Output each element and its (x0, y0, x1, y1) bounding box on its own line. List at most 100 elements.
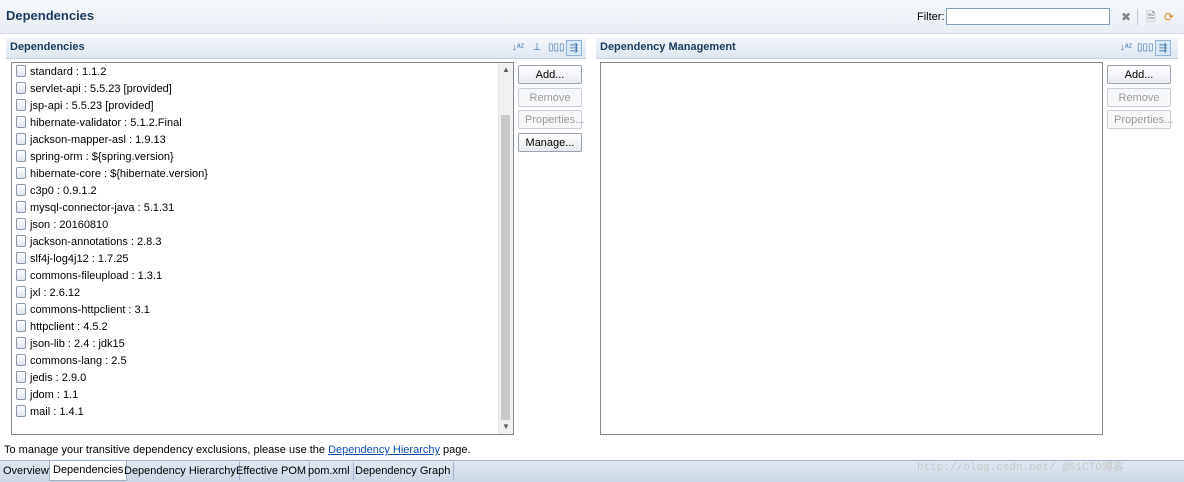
management-properties-button[interactable]: Properties... (1107, 110, 1173, 129)
sort-alphabetically-icon[interactable]: ↓ᵃᶻ (1118, 40, 1134, 56)
list-item[interactable]: json-lib : 2.4 : jdk15 (12, 336, 513, 353)
jar-icon (16, 133, 26, 145)
dependency-label: mail : 1.4.1 (30, 406, 84, 418)
list-item[interactable]: slf4j-log4j12 : 1.7.25 (12, 251, 513, 268)
dependencies-add-button[interactable]: Add... (518, 65, 582, 84)
dependencies-remove-button[interactable]: Remove (518, 88, 582, 107)
toolbar-separator (1137, 9, 1138, 25)
list-item[interactable]: mail : 1.4.1 (12, 404, 513, 421)
dependency-label: spring-orm : ${spring.version} (30, 151, 174, 163)
editor-header: Dependencies Filter: ✖ 🗎 ⟳ (0, 0, 1184, 34)
list-item[interactable]: c3p0 : 0.9.1.2 (12, 183, 513, 200)
dependency-label: jackson-annotations : 2.8.3 (30, 236, 162, 248)
dependencies-manage-button[interactable]: Manage... (518, 133, 582, 152)
list-item[interactable]: jxl : 2.6.12 (12, 285, 513, 302)
jar-icon (16, 286, 26, 298)
managed-dependencies-list[interactable] (600, 62, 1103, 435)
jar-icon (16, 269, 26, 281)
dependencies-properties-button[interactable]: Properties... (518, 110, 584, 129)
filter-input[interactable] (946, 8, 1110, 25)
dependency-label: standard : 1.1.2 (30, 66, 107, 78)
dependencies-list[interactable]: standard : 1.1.2 servlet-api : 5.5.23 [pr… (11, 62, 514, 435)
dependency-label: slf4j-log4j12 : 1.7.25 (30, 253, 129, 265)
open-pom-icon[interactable]: 🗎 (1143, 9, 1159, 25)
dependency-hierarchy-link[interactable]: Dependency Hierarchy (328, 444, 440, 456)
dependency-label: servlet-api : 5.5.23 [provided] (30, 83, 172, 95)
management-remove-button[interactable]: Remove (1107, 88, 1171, 107)
dependency-label: hibernate-core : ${hibernate.version} (30, 168, 208, 180)
tab-dependencies[interactable]: Dependencies (49, 461, 128, 481)
management-section-header: Dependency Management ↓ᵃᶻ ▯▯▯ ⇶ (596, 38, 1178, 59)
dependency-label: mysql-connector-java : 5.1.31 (30, 202, 175, 214)
dependency-label: commons-lang : 2.5 (30, 355, 127, 367)
list-item[interactable]: commons-fileupload : 1.3.1 (12, 268, 513, 285)
jar-icon (16, 99, 26, 111)
jar-icon (16, 184, 26, 196)
refresh-icon[interactable]: ⟳ (1161, 9, 1177, 25)
tab-pom-xml[interactable]: pom.xml (305, 462, 354, 480)
jar-icon (16, 235, 26, 247)
dependency-label: jxl : 2.6.12 (30, 287, 81, 299)
list-item[interactable]: servlet-api : 5.5.23 [provided] (12, 81, 513, 98)
clear-filter-icon[interactable]: ✖ (1118, 9, 1134, 25)
watermark: http://blog.csdn.net/ @51CTO博客 (917, 462, 1124, 474)
list-item[interactable]: commons-lang : 2.5 (12, 353, 513, 370)
dependency-label: json-lib : 2.4 : jdk15 (30, 338, 125, 350)
dependency-label: commons-httpclient : 3.1 (30, 304, 150, 316)
hint-suffix: page. (439, 444, 471, 456)
scroll-up-arrow-icon[interactable]: ▲ (499, 63, 513, 77)
management-section-title: Dependency Management (600, 41, 736, 53)
collapse-filter-icon[interactable]: ⇶ (1155, 40, 1171, 56)
jar-icon (16, 303, 26, 315)
jar-icon (16, 371, 26, 383)
list-item[interactable]: hibernate-validator : 5.1.2.Final (12, 115, 513, 132)
dependency-label: hibernate-validator : 5.1.2.Final (30, 117, 182, 129)
dependencies-section-header: Dependencies ↓ᵃᶻ ⊥ ▯▯▯ ⇶ (6, 38, 586, 59)
jar-icon (16, 388, 26, 400)
dependency-label: json : 20160810 (30, 219, 109, 231)
jar-icon (16, 201, 26, 213)
dependencies-section-title: Dependencies (10, 41, 85, 53)
jar-icon (16, 354, 26, 366)
show-version-icon[interactable]: ▯▯▯ (1137, 40, 1154, 56)
list-item[interactable]: commons-httpclient : 3.1 (12, 302, 513, 319)
jar-icon (16, 337, 26, 349)
list-item[interactable]: hibernate-core : ${hibernate.version} (12, 166, 513, 183)
dependency-label: commons-fileupload : 1.3.1 (30, 270, 163, 282)
dependency-label: jdom : 1.1 (30, 389, 79, 401)
jar-icon (16, 65, 26, 77)
list-item[interactable]: jsp-api : 5.5.23 [provided] (12, 98, 513, 115)
list-item[interactable]: jdom : 1.1 (12, 387, 513, 404)
page-title: Dependencies (6, 8, 95, 23)
dependency-label: jsp-api : 5.5.23 [provided] (30, 100, 154, 112)
dependency-label: jackson-mapper-asl : 1.9.13 (30, 134, 166, 146)
list-item[interactable]: jackson-mapper-asl : 1.9.13 (12, 132, 513, 149)
tab-dependency-hierarchy[interactable]: Dependency Hierarchy (121, 462, 240, 480)
list-item[interactable]: jackson-annotations : 2.8.3 (12, 234, 513, 251)
list-item[interactable]: httpclient : 4.5.2 (12, 319, 513, 336)
tab-overview[interactable]: Overview (0, 462, 53, 480)
dependencies-scrollbar[interactable]: ▲ ▼ (498, 63, 513, 434)
dependency-label: c3p0 : 0.9.1.2 (30, 185, 97, 197)
list-item[interactable]: json : 20160810 (12, 217, 513, 234)
scrollbar-thumb[interactable] (501, 115, 510, 420)
list-item[interactable]: standard : 1.1.2 (12, 64, 513, 81)
list-item[interactable]: spring-orm : ${spring.version} (12, 149, 513, 166)
scroll-down-arrow-icon[interactable]: ▼ (499, 420, 513, 434)
dependency-label: httpclient : 4.5.2 (30, 321, 108, 333)
jar-icon (16, 116, 26, 128)
list-item[interactable]: mysql-connector-java : 5.1.31 (12, 200, 513, 217)
jar-icon (16, 252, 26, 264)
list-item[interactable]: jedis : 2.9.0 (12, 370, 513, 387)
management-add-button[interactable]: Add... (1107, 65, 1171, 84)
tab-dependency-graph[interactable]: Dependency Graph (352, 462, 455, 480)
transitive-exclusions-hint: To manage your transitive dependency exc… (4, 444, 471, 456)
tab-effective-pom[interactable]: Effective POM (233, 462, 311, 480)
show-version-icon[interactable]: ▯▯▯ (548, 40, 565, 56)
collapse-filter-icon[interactable]: ⇶ (566, 40, 582, 56)
show-groups-icon[interactable]: ⊥ (529, 40, 545, 56)
sort-alphabetically-icon[interactable]: ↓ᵃᶻ (510, 40, 526, 56)
dependency-label: jedis : 2.9.0 (30, 372, 87, 384)
jar-icon (16, 405, 26, 417)
jar-icon (16, 167, 26, 179)
